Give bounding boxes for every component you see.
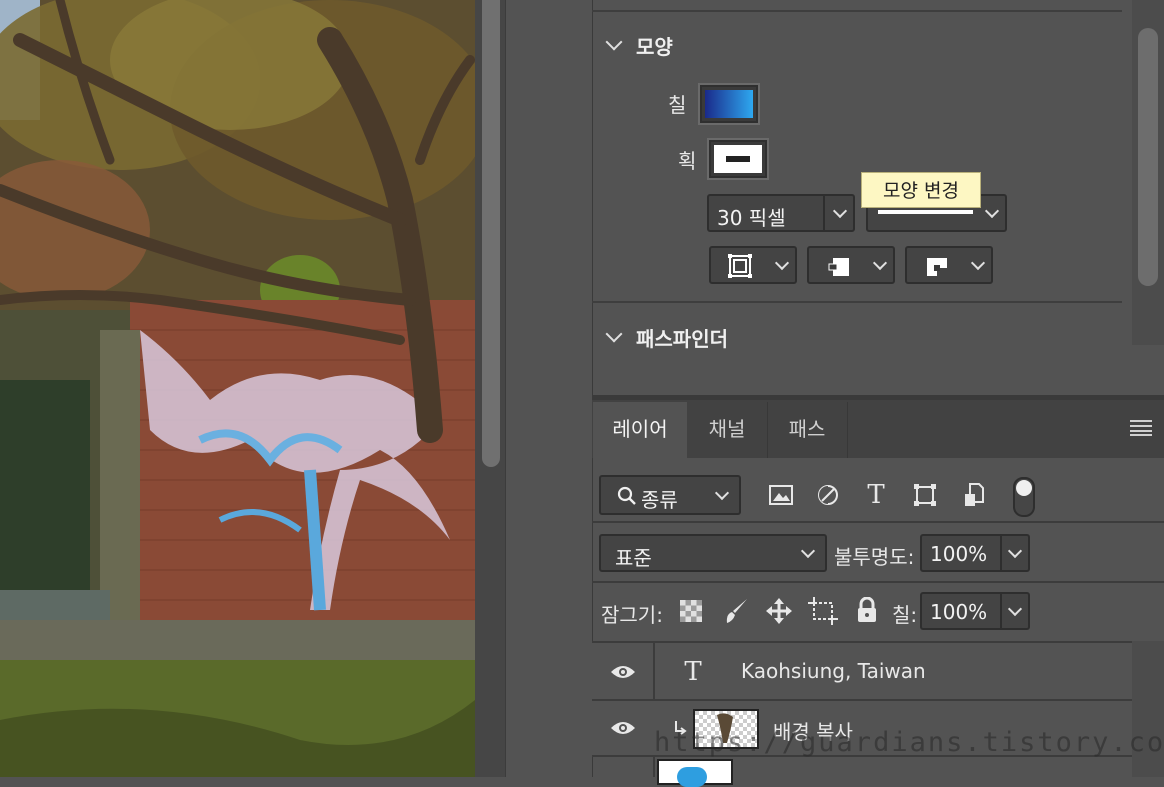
fill-gradient-preview [705,90,753,118]
stroke-corner-dropdown[interactable] [905,246,993,284]
visibility-eye-icon[interactable] [610,720,636,736]
chevron-down-icon [832,203,848,219]
lock-transparent-pixels-icon[interactable] [680,600,702,622]
layer-name[interactable]: Kaohsiung, Taiwan [741,659,926,683]
lock-label: 잠그기: [601,603,663,627]
layer-filter-value: 종류 [641,488,678,512]
tab-layers[interactable]: 레이어 [593,402,687,458]
panel-dock-spacer [505,0,592,777]
canvas-vertical-scrollbar[interactable] [482,0,500,467]
chevron-down-icon [872,255,888,271]
filter-adjustment-layer-icon[interactable] [817,484,839,506]
lock-image-pixels-brush-icon[interactable] [723,597,749,625]
stroke-line-icon [726,156,750,162]
stroke-type-preview [878,210,973,214]
search-icon [617,486,636,505]
stroke-align-dropdown[interactable] [709,246,797,284]
chevron-down-icon [1007,601,1023,617]
shape-thumbnail-preview [677,767,707,787]
shape-section-title: 모양 [636,34,673,59]
stroke-width-value: 30 픽셀 [717,206,786,230]
fill-opacity-field[interactable]: 100% [920,592,1030,630]
chevron-down-icon [970,255,986,271]
fill-opacity-label: 칠: [892,603,918,627]
row-divider [592,521,1164,523]
pathfinder-section-title: 패스파인더 [636,326,728,351]
chevron-down-icon [714,485,730,501]
text-layer-icon: T [684,657,702,687]
section-divider [592,10,1122,12]
row-divider [592,581,1164,583]
photo-image [0,0,475,777]
visibility-eye-icon[interactable] [610,664,636,680]
chevron-down-icon [984,203,1000,219]
chevron-down-icon [605,33,623,51]
chevron-down-icon [774,255,790,271]
stroke-color-preview [714,145,762,173]
lock-artboard-icon[interactable] [808,597,838,625]
tab-channels[interactable]: 채널 [687,402,768,458]
chevron-down-icon [1007,543,1023,559]
opacity-value: 100% [930,542,988,566]
fill-swatch[interactable] [700,85,758,123]
blend-mode-value: 표준 [615,546,652,570]
fill-opacity-value: 100% [930,600,988,624]
layer-filter-dropdown[interactable]: 종류 [599,475,741,515]
pathfinder-section-header[interactable]: 패스파인더 [605,322,728,352]
panel-menu-icon[interactable] [1130,420,1152,436]
lock-position-move-icon[interactable] [765,597,793,625]
chevron-down-icon [605,325,623,343]
filter-shape-layer-icon[interactable] [913,483,937,507]
stroke-cap-icon [828,258,849,276]
filter-type-layer-icon[interactable]: T [862,480,890,510]
stroke-corner-icon [927,258,947,276]
toggle-knob [1016,480,1032,496]
dropdown-divider [1000,594,1002,628]
lock-all-icon[interactable] [856,597,878,623]
document-canvas[interactable] [0,0,475,777]
filter-smart-object-icon[interactable] [963,482,985,508]
fill-label: 칠 [668,93,687,117]
opacity-label: 불투명도: [834,545,915,569]
properties-scrollbar-thumb[interactable] [1138,28,1158,286]
layer-thumbnail [657,759,733,787]
stroke-label: 획 [678,149,697,173]
filter-pixel-layer-icon[interactable] [768,484,794,506]
shape-section-header[interactable]: 모양 [605,30,673,60]
section-divider [592,301,1122,303]
opacity-field[interactable]: 100% [920,534,1030,572]
stroke-align-icon [728,254,752,278]
blend-mode-dropdown[interactable]: 표준 [599,534,827,572]
dropdown-divider [1000,536,1002,570]
chevron-down-icon [800,543,816,559]
stroke-width-dropdown[interactable]: 30 픽셀 [707,194,855,232]
watermark-text: https://guardians.tistory.com/ [654,727,1164,758]
dropdown-divider [823,196,825,230]
stroke-swatch[interactable] [709,140,767,178]
tooltip: 모양 변경 [861,172,981,208]
stroke-cap-dropdown[interactable] [807,246,895,284]
filter-toggle-switch[interactable] [1013,477,1035,517]
tab-paths[interactable]: 패스 [767,402,848,458]
